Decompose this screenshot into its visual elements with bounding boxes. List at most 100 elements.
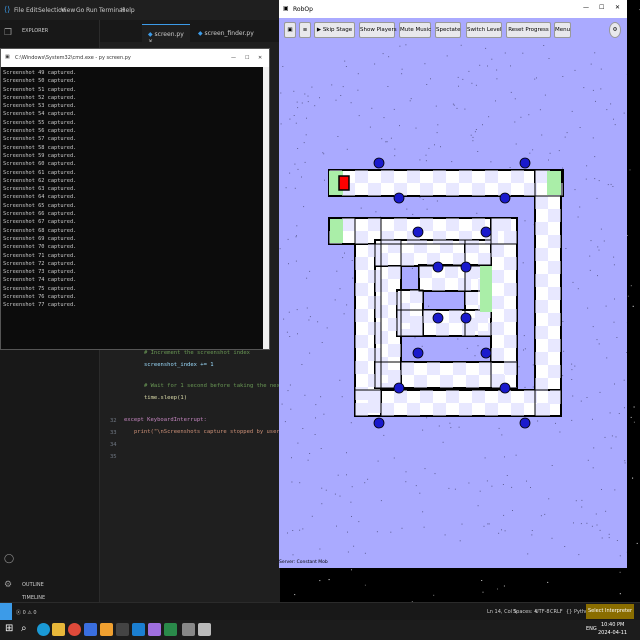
noise-dot: [594, 156, 596, 158]
noise-dot: [477, 505, 479, 507]
noise-dot: [511, 486, 513, 488]
noise-dot: [315, 417, 316, 419]
menu-help[interactable]: Help: [121, 7, 135, 14]
noise-dot: [562, 76, 564, 77]
terminal-icon[interactable]: [116, 623, 129, 636]
noise-dot: [405, 471, 407, 473]
folder-icon[interactable]: [52, 623, 65, 636]
menu-run[interactable]: Run: [86, 7, 98, 14]
noise-dot: [382, 53, 384, 55]
noise-dot: [322, 152, 324, 154]
sidebar-timeline[interactable]: TIMELINE: [22, 595, 45, 601]
search-icon[interactable]: ⌕: [21, 623, 34, 636]
status-eol[interactable]: CRLF: [550, 609, 563, 615]
checker-tile: [397, 329, 410, 336]
noise-dot: [289, 118, 291, 120]
noise-dot: [344, 60, 346, 62]
chrome-icon[interactable]: [68, 623, 81, 636]
noise-dot: [414, 337, 416, 339]
noise-dot: [479, 64, 481, 66]
problems-indicator[interactable]: Ⓧ 0 ⚠ 0: [16, 609, 37, 616]
noise-dot: [510, 91, 512, 93]
settings-app-icon[interactable]: [84, 623, 97, 636]
sidebar-outline[interactable]: OUTLINE: [22, 582, 44, 588]
noise-dot: [514, 121, 516, 123]
noise-dot: [319, 97, 320, 99]
star: [633, 421, 635, 423]
noise-dot: [548, 159, 549, 161]
code-statement: screenshot_index += 1: [144, 362, 214, 368]
noise-dot: [571, 369, 573, 371]
noise-dot: [280, 92, 282, 94]
console-line: Screenshot 69 captured.: [3, 235, 77, 242]
cmd-titlebar[interactable]: ▣ C:\Windows\System32\cmd.exe - py scree…: [1, 49, 269, 67]
app-icon[interactable]: [198, 623, 211, 636]
gear-icon[interactable]: ⚙: [4, 580, 12, 590]
minimize-icon[interactable]: —: [231, 55, 236, 61]
noise-dot: [393, 457, 395, 459]
noise-dot: [586, 397, 588, 398]
noise-dot: [610, 183, 612, 185]
tray-lang[interactable]: ENG: [586, 626, 597, 632]
edge-icon[interactable]: [37, 623, 50, 636]
app-icon[interactable]: [164, 623, 177, 636]
noise-dot: [613, 256, 615, 258]
tab-screen-finder[interactable]: ◆ screen_finder.py: [192, 24, 272, 42]
noise-dot: [503, 514, 505, 516]
tray-clock-time[interactable]: 10:40 PM: [601, 622, 624, 628]
cmd-window[interactable]: ▣ C:\Windows\System32\cmd.exe - py scree…: [0, 48, 270, 350]
explorer-icon[interactable]: ❐: [4, 28, 12, 38]
menu-go[interactable]: Go: [76, 7, 84, 14]
noise-dot: [375, 211, 377, 213]
noise-dot: [555, 422, 556, 424]
noise-dot: [288, 311, 290, 313]
tray-clock-date[interactable]: 2024-04-11: [598, 630, 627, 636]
game-app-icon[interactable]: [182, 623, 195, 636]
noise-dot: [296, 309, 298, 311]
noise-dot: [281, 403, 283, 405]
noise-dot: [351, 260, 353, 261]
menu-file[interactable]: File: [14, 7, 24, 14]
noise-dot: [562, 167, 564, 169]
noise-dot: [624, 460, 626, 462]
noise-dot: [346, 452, 347, 454]
noise-dot: [296, 101, 298, 103]
noise-dot: [566, 132, 568, 134]
noise-dot: [571, 110, 573, 112]
remote-indicator[interactable]: [0, 603, 12, 620]
console-line: Screenshot 55 captured.: [3, 119, 77, 126]
noise-dot: [421, 345, 423, 347]
menu-view[interactable]: View: [61, 7, 75, 14]
noise-dot: [483, 525, 485, 527]
noise-dot: [387, 86, 389, 87]
app-icon[interactable]: [148, 623, 161, 636]
noise-dot: [309, 352, 311, 354]
select-interpreter-button[interactable]: Select Interpreter: [586, 604, 635, 619]
checker-tile: [414, 375, 427, 388]
account-icon[interactable]: ◯: [4, 554, 14, 564]
noise-dot: [574, 69, 576, 71]
tab-screen[interactable]: ◆ screen.py ×: [142, 24, 190, 45]
noise-dot: [597, 246, 599, 248]
checker-tile: [535, 274, 548, 287]
status-encoding[interactable]: UTF-8: [535, 609, 550, 615]
enemy-ball: [460, 261, 472, 273]
game-window[interactable]: ▣ RobOp — ☐ ✕ ▣ ≡ ▶ Skip Stage Show Play…: [279, 0, 627, 568]
noise-dot: [293, 115, 295, 116]
close-icon[interactable]: ✕: [258, 55, 262, 61]
app-icon[interactable]: [100, 623, 113, 636]
vscode-icon[interactable]: [132, 623, 145, 636]
noise-dot: [351, 516, 352, 517]
start-icon[interactable]: ⊞: [5, 623, 18, 636]
cmd-scrollbar[interactable]: [263, 67, 269, 349]
status-spaces[interactable]: Spaces: 4: [513, 609, 537, 615]
noise-dot: [601, 489, 602, 490]
noise-dot: [536, 77, 537, 79]
noise-dot: [468, 482, 470, 484]
noise-dot: [619, 555, 621, 557]
noise-dot: [464, 108, 466, 110]
noise-dot: [468, 70, 470, 72]
menu-edit[interactable]: Edit: [26, 7, 38, 14]
maximize-icon[interactable]: ☐: [245, 55, 249, 61]
game-canvas[interactable]: [279, 0, 627, 560]
